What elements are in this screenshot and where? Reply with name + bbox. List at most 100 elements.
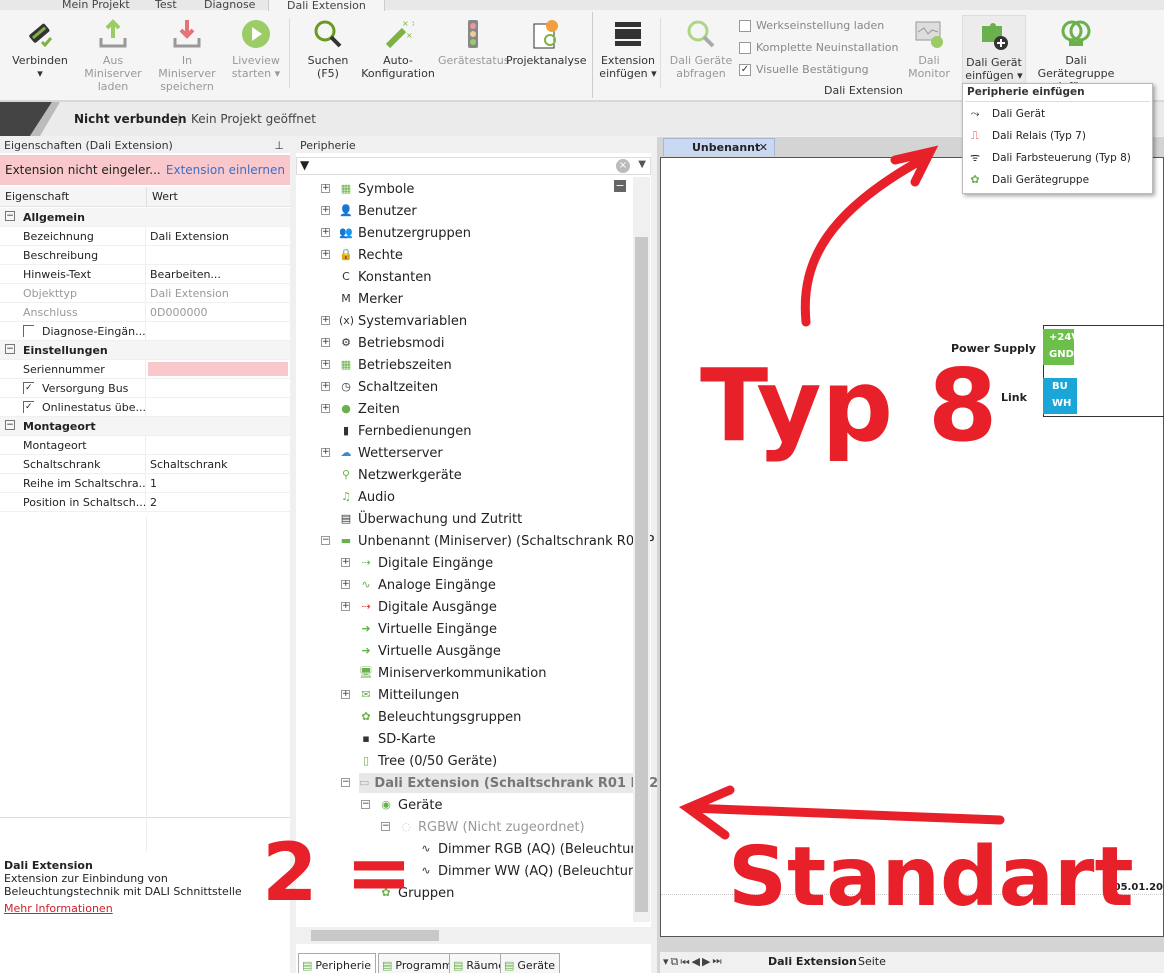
dali-geraet-einfuegen-button[interactable]: Dali Gerät einfügen ▾ xyxy=(962,15,1026,85)
dali-monitor-button[interactable]: Dali Monitor xyxy=(900,14,958,80)
tree-item[interactable]: ♫ Audio xyxy=(339,487,395,507)
property-row[interactable]: Objekttyp Dali Extension xyxy=(0,284,290,303)
tree-item[interactable]: ➜ Virtuelle Ausgänge xyxy=(359,641,500,661)
property-value[interactable]: Dali Extension xyxy=(150,287,229,300)
tree-expander[interactable]: + xyxy=(341,558,350,567)
tree-item[interactable]: ▪ SD-Karte xyxy=(359,729,435,749)
mehr-informationen-link[interactable]: Mehr Informationen xyxy=(4,902,286,915)
tree-item[interactable]: ▮ Fernbedienungen xyxy=(339,421,471,441)
clear-filter-icon[interactable]: × xyxy=(616,159,630,173)
liveview-starten-button[interactable]: Liveview starten ▾ xyxy=(228,14,284,80)
extension-einfuegen-button[interactable]: Extension einfügen ▾ xyxy=(598,14,658,80)
tab-mein-projekt[interactable]: Mein Projekt xyxy=(62,0,130,11)
drawing-canvas[interactable]: 05.01.20 Power Supply Link +24V GND BU WH xyxy=(660,157,1164,937)
close-tab-icon[interactable]: ✕ xyxy=(759,141,768,154)
visuelle-bestaetigung-checkbox[interactable]: ✓ Visuelle Bestätigung xyxy=(739,63,869,76)
tree-item[interactable]: ☁ Wetterserver xyxy=(339,443,443,463)
property-row[interactable]: Beschreibung xyxy=(0,246,290,265)
property-value[interactable]: Schaltschrank xyxy=(150,458,227,471)
geraetestatus-button[interactable]: Gerätestatus xyxy=(438,14,509,67)
property-row[interactable]: Hinweis-Text Bearbeiten... xyxy=(0,265,290,284)
property-row[interactable]: Reihe im Schaltschra... 1 xyxy=(0,474,290,493)
tree-item[interactable]: M Merker xyxy=(339,289,403,309)
tab-test[interactable]: Test xyxy=(155,0,177,11)
neuinstallation-checkbox[interactable]: Komplette Neuinstallation xyxy=(739,41,899,54)
checkbox[interactable]: ✓ xyxy=(23,382,34,394)
tree-item[interactable]: 🖥 Miniserverkommunikation xyxy=(359,663,546,683)
property-row[interactable]: Seriennummer xyxy=(0,360,290,379)
filter-input[interactable]: ▼ × ▼ xyxy=(296,157,651,175)
suchen-button[interactable]: Suchen (F5) xyxy=(300,14,356,80)
tree-expander[interactable]: − xyxy=(361,800,370,809)
tree-expander[interactable]: + xyxy=(321,360,330,369)
tree-item[interactable]: ⚙ Betriebsmodi xyxy=(339,333,444,353)
collapse-all-button[interactable]: − xyxy=(614,180,626,192)
tree-item[interactable]: ▤ Überwachung und Zutritt xyxy=(339,509,522,529)
tree-item[interactable]: ∿ Dimmer WW (AQ) (Beleuchtung xyxy=(419,861,644,881)
property-group[interactable]: − Allgemein xyxy=(0,208,290,227)
tree-item[interactable]: ▯ Tree (0/50 Geräte) xyxy=(359,751,497,771)
tree-item[interactable]: C Konstanten xyxy=(339,267,431,287)
menu-item-dali-relais[interactable]: ⎍ Dali Relais (Typ 7) xyxy=(963,125,1152,147)
tree-expander[interactable]: + xyxy=(321,338,330,347)
dali-geraetegruppe-einfuegen-button[interactable]: Dali Gerätegruppeeinfügen xyxy=(1026,14,1126,93)
pin-icon[interactable]: ⊥ xyxy=(274,139,284,152)
tree-item[interactable]: ✿ Beleuchtungsgruppen xyxy=(359,707,521,727)
menu-item-dali-geraet[interactable]: ⤳ Dali Gerät xyxy=(963,103,1152,125)
tree-item[interactable]: ● Zeiten xyxy=(339,399,400,419)
tree-item[interactable]: (x) Systemvariablen xyxy=(339,311,467,331)
tree-item[interactable]: ➜ Virtuelle Eingänge xyxy=(359,619,497,639)
document-tab[interactable]: Unbenannt ✕ xyxy=(663,138,775,156)
aus-miniserver-laden-button[interactable]: Aus Miniserver laden xyxy=(74,14,152,93)
tree-item[interactable]: ◉ Geräte xyxy=(379,795,442,815)
tree-expander[interactable]: + xyxy=(321,184,330,193)
tree-item[interactable]: ⇢ Digitale Eingänge xyxy=(359,553,493,573)
page-tab-dali-extension[interactable]: Dali Extension xyxy=(768,955,857,968)
property-row[interactable]: Montageort xyxy=(0,436,290,455)
horizontal-scrollbar[interactable] xyxy=(296,927,651,944)
tree-item[interactable]: ▦ Symbole xyxy=(339,179,415,199)
werkseinstellung-checkbox[interactable]: Werkseinstellung laden xyxy=(739,19,884,32)
menu-item-dali-farbsteuerung[interactable]: ᯤ Dali Farbsteuerung (Typ 8) xyxy=(963,147,1152,169)
tree-expander[interactable]: − xyxy=(321,536,330,545)
tree-item[interactable]: 🔒 Rechte xyxy=(339,245,403,265)
property-row[interactable]: Diagnose-Eingän... xyxy=(0,322,290,341)
tab-diagnose[interactable]: Diagnose xyxy=(204,0,255,11)
tree-expander[interactable]: + xyxy=(341,580,350,589)
tree-expander[interactable]: + xyxy=(341,602,350,611)
property-row[interactable]: Anschluss 0D000000 xyxy=(0,303,290,322)
auto-konfiguration-button[interactable]: × ×× Auto-Konfiguration xyxy=(358,14,438,80)
tree-item[interactable]: ▦ Betriebszeiten xyxy=(339,355,452,375)
property-group[interactable]: − Montageort xyxy=(0,417,290,436)
collapse-icon[interactable]: − xyxy=(5,420,15,430)
tree-item[interactable]: ⇢ Digitale Ausgänge xyxy=(359,597,497,617)
tree-item[interactable]: ∿ Dimmer RGB (AQ) (Beleuchtung xyxy=(419,839,646,859)
tree-expander[interactable]: − xyxy=(381,822,390,831)
page-tab-seite[interactable]: Seite xyxy=(858,955,886,968)
tree-item[interactable]: ◷ Schaltzeiten xyxy=(339,377,438,397)
tree-item[interactable]: ∿ Analoge Eingänge xyxy=(359,575,495,595)
vertical-scrollbar[interactable] xyxy=(633,177,650,922)
in-miniserver-speichern-button[interactable]: In Miniserver speichern xyxy=(152,14,222,93)
checkbox[interactable]: ✓ xyxy=(23,401,34,413)
property-value[interactable]: Bearbeiten... xyxy=(150,268,221,281)
serial-number-input[interactable] xyxy=(148,362,288,376)
tree-expander[interactable]: + xyxy=(321,250,330,259)
tree-expander[interactable]: + xyxy=(321,206,330,215)
tree-expander[interactable]: + xyxy=(321,448,330,457)
tree-item[interactable]: ⚲ Netzwerkgeräte xyxy=(339,465,462,485)
property-row[interactable]: Schaltschrank Schaltschrank xyxy=(0,455,290,474)
tree-item[interactable]: 👥 Benutzergruppen xyxy=(339,223,471,243)
tree-expander[interactable]: + xyxy=(321,316,330,325)
panel-tab-peripherie[interactable]: ▤ Peripherie xyxy=(298,953,377,973)
tree-expander[interactable]: + xyxy=(321,404,330,413)
property-value[interactable]: 0D000000 xyxy=(150,306,207,319)
menu-item-dali-geraetegruppe[interactable]: ✿ Dali Gerätegruppe xyxy=(963,169,1152,191)
property-row[interactable]: Position in Schaltsch... 2 xyxy=(0,493,290,512)
tree-item[interactable]: ▭ Dali Extension (Schaltschrank R01 P02) xyxy=(359,773,664,793)
collapse-icon[interactable]: − xyxy=(5,344,15,354)
dali-geraete-abfragen-button[interactable]: Dali Geräte abfragen xyxy=(668,14,734,80)
tree-expander[interactable]: + xyxy=(321,382,330,391)
property-row[interactable]: Bezeichnung Dali Extension xyxy=(0,227,290,246)
checkbox[interactable] xyxy=(23,325,34,337)
